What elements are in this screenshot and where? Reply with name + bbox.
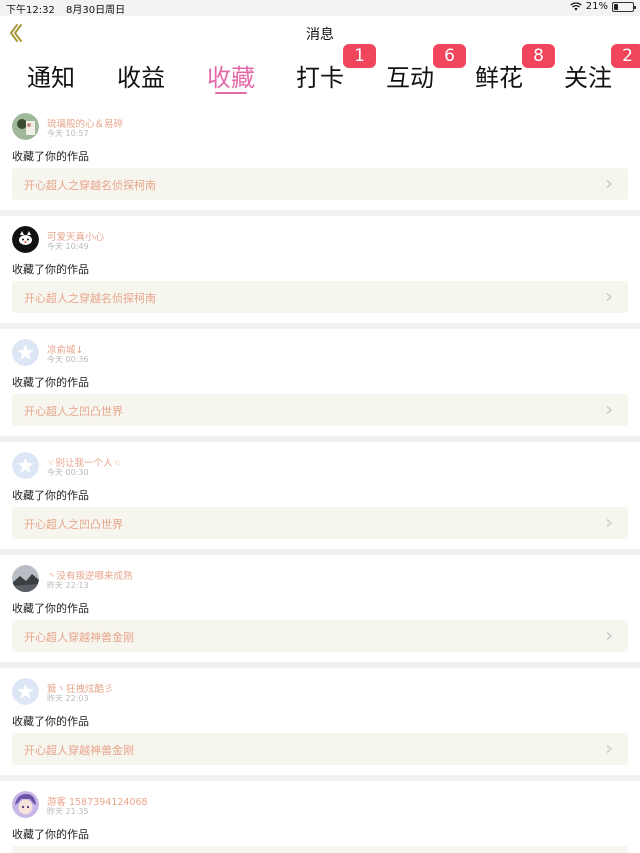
message-tabs: 通知 收益 收藏 打卡 1 互动 6 鲜花 8 关注 2 (0, 44, 640, 98)
work-title: 开心超人之凹凸世界 (24, 518, 123, 531)
timestamp: 今天 00:36 (47, 355, 89, 364)
favorite-notification-item: 游客 1587394124068 昨天 21:35 收藏了你的作品 (0, 781, 640, 853)
work-link[interactable]: 开心超人之凹凸世界 (12, 507, 628, 539)
work-title: 开心超人穿越神兽金刚 (24, 631, 134, 644)
work-link[interactable] (12, 846, 628, 853)
action-description: 收藏了你的作品 (12, 602, 89, 615)
unread-count-badge: 2 (611, 44, 640, 68)
battery-icon (612, 1, 636, 12)
chevron-right-icon (606, 632, 612, 640)
action-description: 收藏了你的作品 (12, 376, 89, 389)
status-bar: 下午12:32 8月30日周日 21% (0, 0, 640, 16)
chevron-right-icon (606, 519, 612, 527)
action-description: 收藏了你的作品 (12, 828, 89, 841)
active-tab-indicator (215, 92, 247, 94)
battery-level (614, 3, 618, 10)
user-avatar[interactable] (12, 452, 39, 479)
user-avatar[interactable] (12, 791, 39, 818)
favorite-notification-item: 凉俞城↓ 今天 00:36 收藏了你的作品 开心超人之凹凸世界 (0, 329, 640, 436)
timestamp: 今天 10:49 (47, 242, 89, 251)
chevron-right-icon (606, 745, 612, 753)
timestamp: 昨天 22:13 (47, 581, 89, 590)
status-date: 8月30日周日 (66, 5, 126, 16)
tab-earnings[interactable]: 收益 (96, 50, 186, 98)
wifi-icon (570, 2, 582, 11)
work-link[interactable]: 开心超人穿越神兽金刚 (12, 733, 628, 765)
tab-label: 通知 (27, 64, 75, 92)
timestamp: 今天 10:57 (47, 129, 89, 138)
status-time: 下午12:32 (6, 5, 55, 16)
user-avatar[interactable] (12, 339, 39, 366)
action-description: 收藏了你的作品 (12, 150, 89, 163)
work-title: 开心超人穿越神兽金刚 (24, 744, 134, 757)
user-avatar[interactable] (12, 226, 39, 253)
tab-flowers[interactable]: 鲜花 8 (454, 44, 555, 98)
chevron-right-icon (606, 406, 612, 414)
favorite-notification-item: 琉璃般的心＆易碎 今天 10:57 收藏了你的作品 开心超人之穿越名侦探柯南 (0, 103, 640, 210)
tab-favorites[interactable]: 收藏 (186, 50, 276, 98)
tab-follows[interactable]: 关注 2 (543, 44, 640, 98)
chevron-right-icon (606, 180, 612, 188)
user-avatar[interactable] (12, 113, 39, 140)
timestamp: 昨天 22:03 (47, 694, 89, 703)
action-description: 收藏了你的作品 (12, 715, 89, 728)
work-link[interactable]: 开心超人穿越神兽金刚 (12, 620, 628, 652)
work-title: 开心超人之穿越名侦探柯南 (24, 292, 156, 305)
favorite-notification-item: 籖丶狂拽炫酷彡 昨天 22:03 收藏了你的作品 开心超人穿越神兽金刚 (0, 668, 640, 775)
action-description: 收藏了你的作品 (12, 489, 89, 502)
tab-label: 收益 (117, 64, 165, 92)
tab-notifications[interactable]: 通知 (6, 50, 96, 98)
favorite-notification-item: 可爱天真小心 今天 10:49 收藏了你的作品 开心超人之穿越名侦探柯南 (0, 216, 640, 323)
work-title: 开心超人之凹凸世界 (24, 405, 123, 418)
tab-interactions[interactable]: 互动 6 (365, 44, 466, 98)
favorite-notification-item: ☜别让我一个人☜ 今天 00:30 收藏了你的作品 开心超人之凹凸世界 (0, 442, 640, 549)
action-description: 收藏了你的作品 (12, 263, 89, 276)
user-avatar[interactable] (12, 565, 39, 592)
tab-checkin[interactable]: 打卡 1 (275, 44, 376, 98)
work-link[interactable]: 开心超人之穿越名侦探柯南 (12, 281, 628, 313)
page-title: 消息 (306, 27, 334, 43)
favorite-notification-item: 丶没有叛逆哪来成熟 昨天 22:13 收藏了你的作品 开心超人穿越神兽金刚 (0, 555, 640, 662)
chevron-right-icon (606, 293, 612, 301)
work-link[interactable]: 开心超人之穿越名侦探柯南 (12, 168, 628, 200)
battery-percent: 21% (585, 1, 608, 12)
work-link[interactable]: 开心超人之凹凸世界 (12, 394, 628, 426)
timestamp: 昨天 21:35 (47, 807, 89, 816)
tab-label: 收藏 (207, 64, 255, 92)
work-title: 开心超人之穿越名侦探柯南 (24, 179, 156, 192)
user-avatar[interactable] (12, 678, 39, 705)
favorites-list: 琉璃般的心＆易碎 今天 10:57 收藏了你的作品 开心超人之穿越名侦探柯南 可爱天真小… (0, 103, 640, 853)
timestamp: 今天 00:30 (47, 468, 89, 477)
